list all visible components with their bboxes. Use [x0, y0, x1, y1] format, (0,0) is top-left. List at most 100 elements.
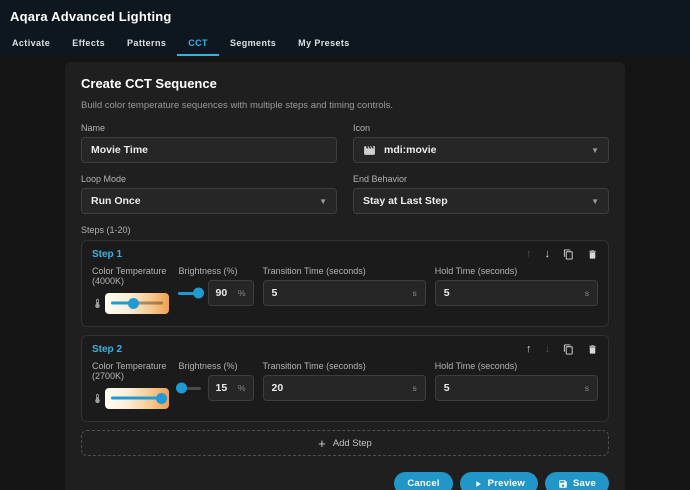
app-title: Aqara Advanced Lighting — [0, 0, 690, 30]
move-step-up-button[interactable]: ↑ — [526, 344, 532, 355]
transition-time-label: Transition Time (seconds) — [263, 266, 426, 276]
brightness-label: Brightness (%) — [178, 361, 253, 371]
loop-mode-field-group: Loop Mode Run Once ▼ — [81, 174, 337, 214]
footer-actions: Cancel Preview Save — [81, 472, 609, 490]
step-title: Step 2 — [92, 344, 122, 355]
transition-time-input[interactable] — [272, 287, 413, 299]
color-temp-group: Color Temperature (4000K) — [92, 266, 169, 316]
transition-time-input[interactable] — [272, 382, 413, 394]
end-behavior-select[interactable]: Stay at Last Step ▼ — [353, 188, 609, 214]
color-temp-group: Color Temperature (2700K) — [92, 361, 169, 411]
add-step-label: Add Step — [333, 438, 372, 449]
tab-patterns[interactable]: Patterns — [116, 30, 177, 56]
icon-select-value: mdi:movie — [384, 144, 437, 156]
save-icon — [558, 479, 568, 489]
preview-button[interactable]: Preview — [460, 472, 538, 490]
end-behavior-field-group: End Behavior Stay at Last Step ▼ — [353, 174, 609, 214]
end-behavior-label: End Behavior — [353, 174, 609, 184]
transition-time-unit: s — [413, 383, 417, 393]
icon-select[interactable]: mdi:movie ▼ — [353, 137, 609, 163]
step-header: Step 2 ↑ ↓ — [92, 344, 598, 355]
save-button[interactable]: Save — [545, 472, 609, 490]
hold-time-label: Hold Time (seconds) — [435, 361, 598, 371]
hold-time-unit: s — [585, 383, 589, 393]
delete-step-button[interactable] — [587, 249, 598, 260]
transition-time-unit: s — [413, 288, 417, 298]
loop-mode-label: Loop Mode — [81, 174, 337, 184]
brightness-value: 90 — [216, 287, 228, 299]
play-icon — [473, 479, 483, 489]
color-temp-slider[interactable] — [105, 293, 169, 314]
move-step-down-button[interactable]: ↓ — [545, 344, 551, 355]
delete-step-button[interactable] — [587, 344, 598, 355]
icon-label: Icon — [353, 123, 609, 133]
brightness-unit: % — [238, 383, 246, 393]
brightness-slider-thumb[interactable] — [176, 383, 187, 394]
hold-time-group: Hold Time (seconds) s — [435, 361, 598, 401]
name-label: Name — [81, 123, 337, 133]
duplicate-step-button[interactable] — [563, 344, 574, 355]
hold-time-unit: s — [585, 288, 589, 298]
tab-effects[interactable]: Effects — [61, 30, 116, 56]
chevron-down-icon: ▼ — [591, 146, 599, 155]
add-step-button[interactable]: + Add Step — [81, 430, 609, 456]
preview-label: Preview — [488, 478, 525, 489]
brightness-value: 15 — [216, 382, 228, 394]
transition-time-field: s — [263, 280, 426, 306]
hold-time-field: s — [435, 375, 598, 401]
tab-my-presets[interactable]: My Presets — [287, 30, 361, 56]
tab-bar: Activate Effects Patterns CCT Segments M… — [0, 30, 690, 56]
icon-field-group: Icon mdi:movie ▼ — [353, 123, 609, 163]
brightness-unit: % — [238, 288, 246, 298]
brightness-slider-thumb[interactable] — [193, 288, 204, 299]
hold-time-input[interactable] — [444, 287, 585, 299]
thermometer-icon — [92, 392, 103, 405]
page-subtitle: Build color temperature sequences with m… — [81, 100, 609, 111]
brightness-slider[interactable] — [178, 387, 200, 390]
transition-time-group: Transition Time (seconds) s — [263, 361, 426, 401]
steps-count-label: Steps (1-20) — [81, 225, 609, 235]
name-field-group: Name — [81, 123, 337, 163]
step-title: Step 1 — [92, 249, 122, 260]
color-temp-slider-thumb[interactable] — [128, 298, 139, 309]
tab-activate[interactable]: Activate — [1, 30, 61, 56]
hold-time-input[interactable] — [444, 382, 585, 394]
brightness-group: Brightness (%) 90 % — [178, 266, 253, 306]
step-body: Color Temperature (4000K) Brightness (%) — [92, 266, 598, 316]
chevron-down-icon: ▼ — [591, 197, 599, 206]
save-label: Save — [573, 478, 596, 489]
step-card: Step 1 ↑ ↓ Color Temperature (4000K) — [81, 240, 609, 327]
thermometer-icon — [92, 297, 103, 310]
transition-time-field: s — [263, 375, 426, 401]
step-card: Step 2 ↑ ↓ Color Temperature (2700K) — [81, 335, 609, 422]
page-title: Create CCT Sequence — [81, 76, 609, 91]
plus-icon: + — [318, 436, 326, 451]
brightness-group: Brightness (%) 15 % — [178, 361, 253, 401]
end-behavior-value: Stay at Last Step — [363, 195, 448, 207]
color-temp-label: Color Temperature (4000K) — [92, 266, 169, 286]
step-actions: ↑ ↓ — [513, 249, 598, 260]
brightness-slider[interactable] — [178, 292, 200, 295]
color-temp-slider[interactable] — [105, 388, 169, 409]
move-step-up-button[interactable]: ↑ — [526, 249, 532, 260]
color-temp-label: Color Temperature (2700K) — [92, 361, 169, 381]
color-temp-slider-thumb[interactable] — [156, 393, 167, 404]
transition-time-group: Transition Time (seconds) s — [263, 266, 426, 306]
move-step-down-button[interactable]: ↓ — [545, 249, 551, 260]
hold-time-field: s — [435, 280, 598, 306]
tab-segments[interactable]: Segments — [219, 30, 287, 56]
movie-icon — [363, 144, 376, 157]
loop-mode-value: Run Once — [91, 195, 141, 207]
hold-time-group: Hold Time (seconds) s — [435, 266, 598, 306]
loop-mode-select[interactable]: Run Once ▼ — [81, 188, 337, 214]
brightness-value-box[interactable]: 15 % — [208, 375, 254, 401]
create-cct-sequence-card: Create CCT Sequence Build color temperat… — [65, 62, 625, 490]
step-header: Step 1 ↑ ↓ — [92, 249, 598, 260]
brightness-label: Brightness (%) — [178, 266, 253, 276]
step-body: Color Temperature (2700K) Brightness (%) — [92, 361, 598, 411]
brightness-value-box[interactable]: 90 % — [208, 280, 254, 306]
tab-cct[interactable]: CCT — [177, 30, 219, 56]
name-input[interactable] — [91, 144, 327, 156]
cancel-button[interactable]: Cancel — [394, 472, 452, 490]
duplicate-step-button[interactable] — [563, 249, 574, 260]
